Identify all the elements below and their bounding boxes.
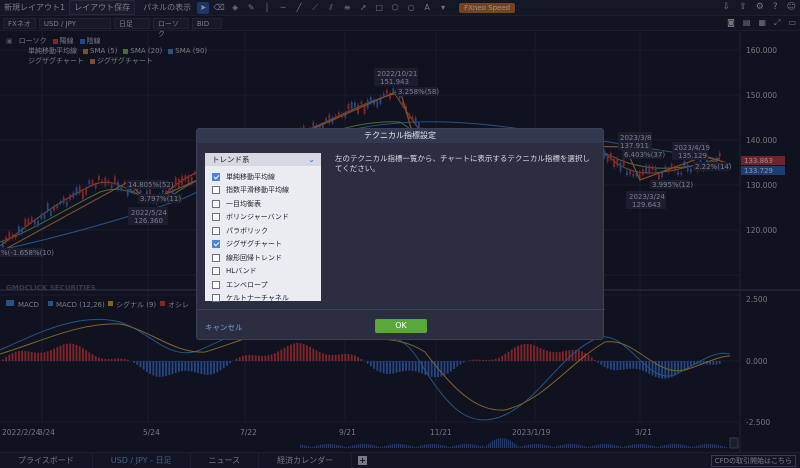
indicator-item[interactable]: パラボリック	[212, 224, 321, 238]
category-label: トレンド系	[212, 155, 250, 164]
indicator-checkbox[interactable]	[212, 294, 220, 303]
indicator-item[interactable]: 単純移動平均線	[212, 170, 321, 184]
indicator-item[interactable]: エンベロープ	[212, 278, 321, 292]
indicator-checkbox[interactable]	[212, 267, 220, 276]
indicator-checkbox[interactable]	[212, 186, 220, 195]
technical-indicator-dialog: テクニカル指標設定 トレンド系 ⌄ 単純移動平均線指数平滑移動平均線 一目均衡表ボ…	[196, 128, 605, 340]
indicator-item[interactable]: ボリンジャーバンド	[212, 211, 321, 225]
indicator-label: エンベロープ	[226, 280, 268, 289]
ok-button[interactable]: OK	[375, 319, 427, 333]
indicator-label: 単純移動平均線	[226, 172, 275, 181]
cancel-button[interactable]: キャンセル	[205, 322, 243, 333]
category-select[interactable]: トレンド系 ⌄	[205, 153, 321, 166]
indicator-checkbox[interactable]	[212, 240, 220, 249]
indicator-checkbox[interactable]	[212, 199, 220, 208]
indicator-label: ボリンジャーバンド	[226, 213, 289, 222]
indicator-item[interactable]: 線形回帰トレンド	[212, 251, 321, 265]
indicator-checkbox[interactable]	[212, 253, 220, 262]
indicator-label: 一目均衡表	[226, 199, 261, 208]
indicator-item[interactable]: 一目均衡表	[212, 197, 321, 211]
indicator-label: 指数平滑移動平均線	[226, 186, 289, 195]
dialog-divider	[197, 309, 605, 310]
indicator-label: ジグザグチャート	[226, 240, 282, 249]
dialog-title: テクニカル指標設定	[197, 129, 603, 143]
indicator-checkbox[interactable]	[212, 280, 220, 289]
chevron-down-icon[interactable]: ⌄	[308, 153, 315, 166]
indicator-item[interactable]: ジグザグチャート	[212, 238, 321, 252]
indicator-label: HLバンド	[226, 267, 257, 276]
indicator-label: パラボリック	[226, 226, 268, 235]
indicator-label: 線形回帰トレンド	[226, 253, 282, 262]
indicator-checkbox[interactable]	[212, 226, 220, 235]
indicator-item[interactable]: 指数平滑移動平均線	[212, 184, 321, 198]
indicator-checkbox[interactable]	[212, 172, 220, 181]
indicator-item[interactable]: ケルトナーチャネル	[212, 292, 321, 306]
indicator-list-panel: トレンド系 ⌄ 単純移動平均線指数平滑移動平均線 一目均衡表ボリンジャーバンド パラ…	[205, 153, 321, 303]
indicator-list: 単純移動平均線指数平滑移動平均線 一目均衡表ボリンジャーバンド パラボリックジグザグ…	[205, 166, 321, 305]
dialog-description: 左のテクニカル指標一覧から、チャートに表示するテクニカル指標を選択してください。	[335, 154, 590, 173]
indicator-label: ケルトナーチャネル	[226, 294, 289, 303]
indicator-checkbox[interactable]	[212, 213, 220, 222]
indicator-item[interactable]: HLバンド	[212, 265, 321, 279]
